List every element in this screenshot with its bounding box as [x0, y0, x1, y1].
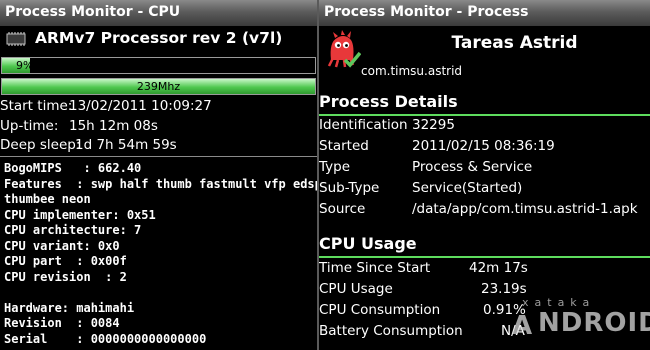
- usage-value: 42m 17s: [469, 260, 528, 276]
- up-time-label: Up-time:: [0, 118, 59, 134]
- cpuinfo-line: Serial : 0000000000000000: [4, 331, 207, 346]
- process-details-heading: Process Details: [319, 92, 458, 111]
- watermark-logo: xataka A NDROID: [496, 296, 650, 346]
- usage-value: 23.19s: [481, 281, 527, 297]
- cpu-frequency-bar: 239Mhz: [1, 78, 316, 95]
- cpuinfo-line: Hardware: mahimahi: [4, 300, 135, 315]
- cpuinfo-line: CPU architecture: 7: [4, 223, 142, 237]
- start-time-label: Start time:: [0, 98, 73, 114]
- cpuinfo-line: [4, 285, 317, 301]
- detail-value: Service(Started): [412, 180, 523, 196]
- up-time-value: 15h 12m 08s: [69, 118, 158, 134]
- watermark-word: NDROID: [538, 308, 650, 338]
- window-title: Process Monitor - CPU: [5, 4, 181, 20]
- detail-value: 2011/02/15 08:36:19: [412, 138, 555, 154]
- start-time-value: 13/02/2011 10:09:27: [69, 98, 212, 114]
- usage-row-time-since-start: Time Since Start 42m 17s: [319, 260, 650, 280]
- detail-value: 32295: [412, 117, 455, 133]
- deep-sleep-value: 1d 7h 54m 59s: [75, 137, 177, 153]
- cpu-frequency-label: 239Mhz: [136, 80, 181, 93]
- detail-row-type: Type Process & Service: [319, 159, 650, 179]
- process-panel: Process Monitor - Process Tareas Astrid …: [319, 0, 650, 350]
- detail-row-source: Source /data/app/com.timsu.astrid-1.apk: [319, 201, 650, 221]
- detail-label: Started: [319, 138, 369, 154]
- usage-label: Battery Consumption: [319, 323, 463, 339]
- cpuinfo-line: CPU implementer: 0x51: [4, 207, 156, 222]
- processor-header: ARMv7 Processor rev 2 (v7l): [4, 29, 314, 49]
- detail-label: Identification: [319, 117, 408, 133]
- detail-label: Sub-Type: [319, 180, 380, 196]
- cpu-load-label: 9%: [16, 59, 34, 72]
- title-bar: Process Monitor - CPU: [0, 0, 317, 26]
- window-title: Process Monitor - Process: [324, 4, 529, 20]
- watermark-letter: A: [512, 311, 534, 341]
- cpuinfo-line: BogoMIPS : 662.40: [4, 161, 142, 175]
- detail-row-sub-type: Sub-Type Service(Started): [319, 180, 650, 200]
- usage-label: CPU Usage: [319, 281, 393, 297]
- usage-label: CPU Consumption: [319, 302, 441, 318]
- cpuinfo-line: Features : swp half thumb fastmult vfp e…: [4, 176, 317, 191]
- divider: [0, 156, 317, 157]
- section-divider: [319, 256, 650, 258]
- app-name: Tareas Astrid: [451, 33, 578, 53]
- cpuinfo-line: CPU part : 0x00f: [4, 254, 127, 268]
- title-bar: Process Monitor - Process: [319, 0, 650, 26]
- section-divider: [319, 114, 650, 116]
- astrid-app-icon: [327, 30, 361, 68]
- cpu-panel: Process Monitor - CPU ARMv7 Processor re…: [0, 0, 317, 350]
- cpu-usage-heading: CPU Usage: [319, 234, 417, 253]
- cpu-load-bar: 9%: [1, 57, 316, 74]
- detail-value: /data/app/com.timsu.astrid-1.apk: [412, 201, 638, 217]
- cpu-chip-icon: [6, 32, 26, 46]
- watermark-bottom-text: A NDROID: [512, 308, 650, 341]
- cpuinfo-list: BogoMIPS : 662.40 Features : swp half th…: [4, 161, 317, 347]
- deep-sleep-label: Deep sleep:: [0, 137, 81, 153]
- cpuinfo-line: Revision : 0084: [4, 316, 120, 330]
- cpuinfo-line: CPU variant: 0x0: [4, 238, 120, 253]
- processor-name: ARMv7 Processor rev 2 (v7l): [35, 29, 283, 47]
- cpuinfo-line: thumbee neon: [4, 192, 91, 206]
- detail-row-started: Started 2011/02/15 08:36:19: [319, 138, 650, 158]
- detail-value: Process & Service: [412, 159, 533, 175]
- detail-label: Type: [319, 159, 351, 175]
- detail-row-identification: Identification 32295: [319, 117, 650, 137]
- usage-label: Time Since Start: [319, 260, 431, 276]
- package-name: com.timsu.astrid: [361, 64, 463, 78]
- cpuinfo-line: CPU revision : 2: [4, 269, 127, 284]
- detail-label: Source: [319, 201, 366, 217]
